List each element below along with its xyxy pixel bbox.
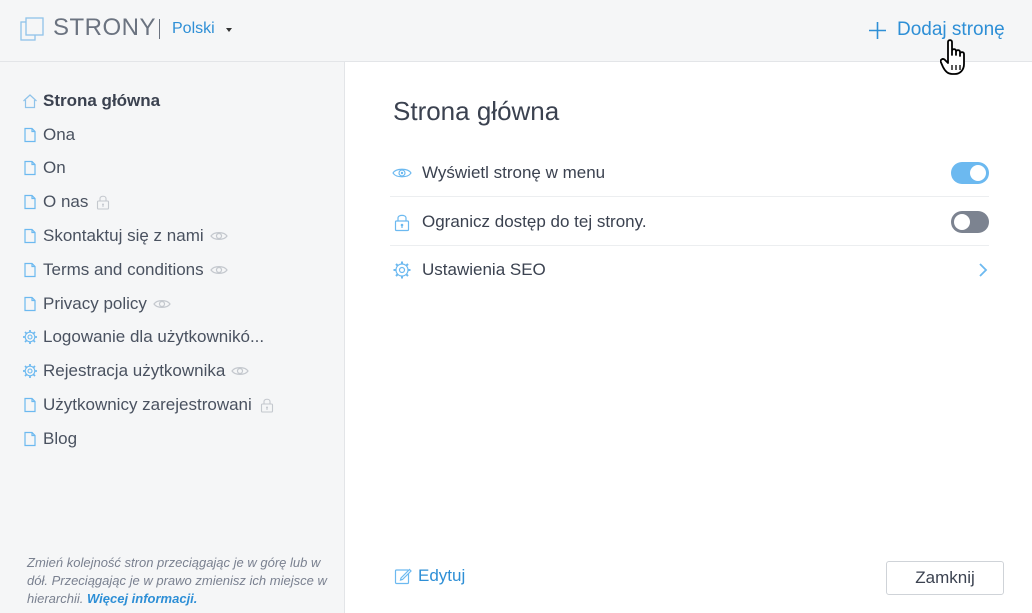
page-list-item-label: On [43,158,66,178]
lock-icon [258,397,276,413]
seo-settings-row[interactable]: Ustawienia SEO [390,246,989,294]
title-divider [159,19,160,39]
page-list-item[interactable]: Ona [22,118,276,152]
page-list-item-label: Logowanie dla użytkownikó... [43,327,265,347]
page-list-item-label: Rejestracja użytkownika [43,361,226,381]
page-icon [22,160,38,176]
page-list-item[interactable]: Privacy policy [22,287,276,321]
page-list-item[interactable]: O nas [22,185,276,219]
home-icon [22,93,38,109]
edit-button[interactable]: Edytuj [394,566,465,586]
chevron-down-icon[interactable] [226,28,232,32]
eye-icon [153,296,171,312]
show-in-menu-label: Wyświetl stronę w menu [422,162,606,182]
page-list-item-label: O nas [43,192,89,212]
language-selector[interactable]: Polski [172,20,215,38]
page-list-item-label: Skontaktuj się z nami [43,226,204,246]
page-icon [22,431,38,447]
page-list-item[interactable]: Terms and conditions [22,253,276,287]
page-list-item-label: Terms and conditions [43,259,204,279]
page-list-item-label: Ona [43,124,76,144]
eye-icon [392,168,412,177]
pages-icon [20,17,44,41]
gear-icon [22,363,38,379]
show-in-menu-toggle[interactable] [951,161,989,184]
pages-sidebar: Strona główna Ona On O nas Skontaktuj się z … [0,62,345,613]
seo-settings-label: Ustawienia SEO [422,260,546,279]
page-list-item[interactable]: Użytkownicy zarejestrowani [22,388,276,422]
page-list: Strona główna Ona On O nas Skontaktuj się z … [22,84,276,456]
plus-icon [869,21,886,39]
lock-icon [94,194,112,210]
page-list-item-label: Strona główna [43,90,161,110]
page-settings-panel: Strona główna Wyświetl stronę w menu Ogr… [345,62,1032,613]
gear-icon [22,329,38,345]
page-icon [22,296,38,312]
eye-icon [209,262,228,278]
page-list-item[interactable]: Strona główna [22,84,276,118]
eye-icon [209,228,228,244]
close-button[interactable]: Zamknij [886,561,1004,595]
page-icon [22,262,38,278]
toggle-knob [970,164,986,181]
app-title: STRONY [53,14,157,41]
page-list-item-label: Użytkownicy zarejestrowani [43,395,252,415]
chevron-right-icon[interactable] [977,262,989,278]
page-icon [22,228,38,244]
eye-icon [231,363,250,379]
page-list-item-label: Blog [43,428,78,448]
restrict-access-toggle[interactable] [951,210,989,233]
add-page-button[interactable]: Dodaj stronę [868,16,1005,44]
page-list-item-label: Privacy policy [43,293,147,313]
page-title: Strona główna [393,96,560,126]
page-list-item[interactable]: Skontaktuj się z nami [22,219,276,253]
restrict-access-row[interactable]: Ogranicz dostęp do tej strony. [390,198,989,246]
page-icon [22,127,38,143]
toggle-knob [954,213,970,230]
page-list-item[interactable]: Blog [22,422,276,456]
gear-icon [393,261,411,279]
page-icon [22,194,38,210]
restrict-access-label: Ogranicz dostęp do tej strony. [422,211,647,231]
edit-label: Edytuj [418,566,466,585]
reorder-hint: Zmień kolejność stron przeciągając je w … [27,554,337,608]
more-info-link[interactable]: Więcej informacji. [87,591,197,606]
page-icon [22,397,38,413]
page-list-item[interactable]: On [22,152,276,186]
top-bar: STRONY Polski Dodaj stronę [0,0,1032,75]
lock-icon [394,214,410,231]
show-in-menu-row[interactable]: Wyświetl stronę w menu [390,149,989,197]
page-list-item[interactable]: Rejestracja użytkownika [22,354,276,388]
edit-icon [394,568,412,585]
page-list-item[interactable]: Logowanie dla użytkownikó... [22,321,276,355]
